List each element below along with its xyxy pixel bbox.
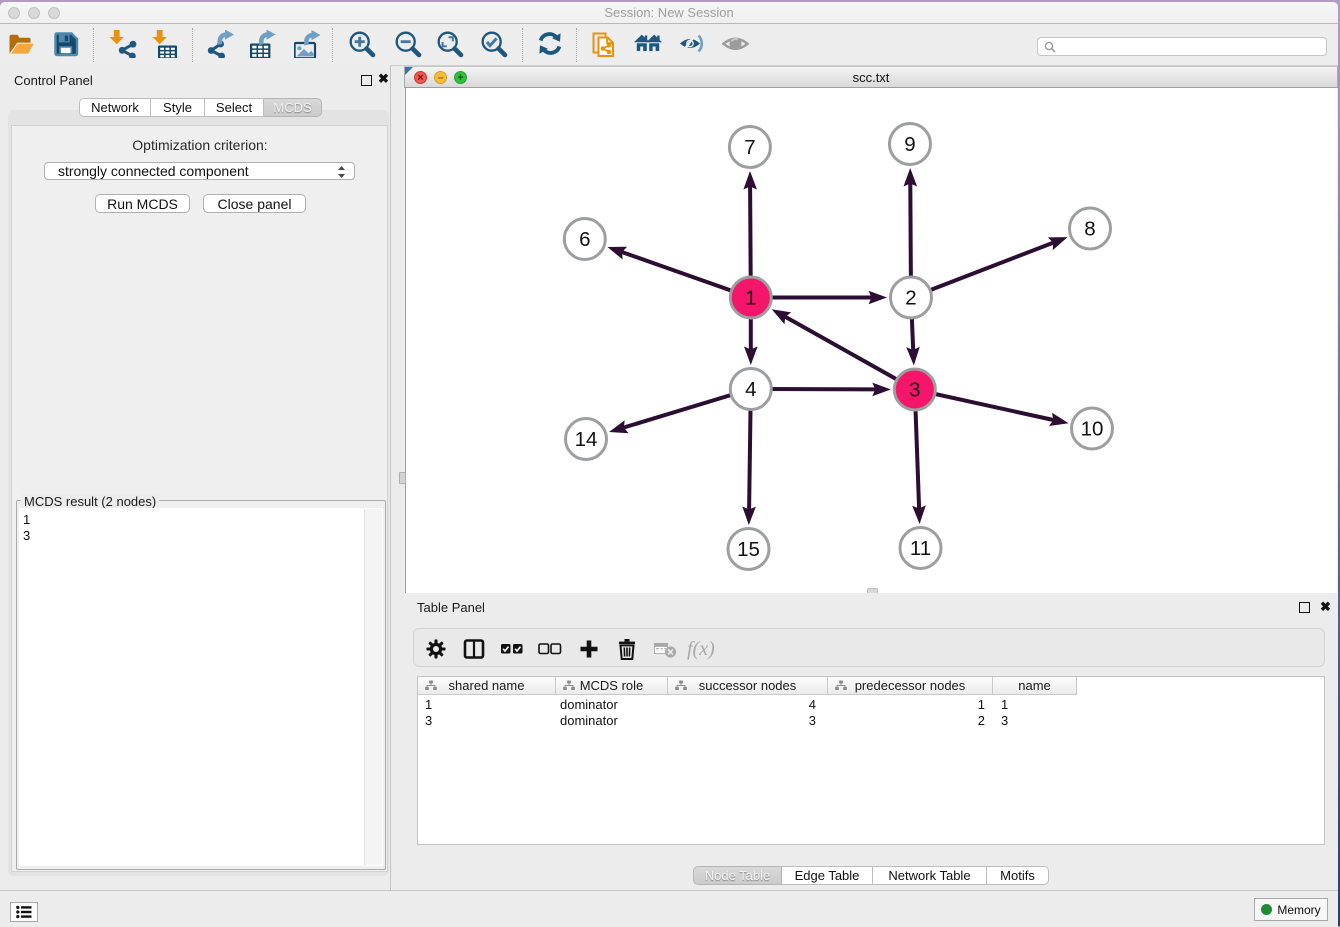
svg-text:10: 10 [1081,418,1104,441]
svg-text:3: 3 [909,379,920,402]
svg-text:11: 11 [910,537,931,560]
svg-text:7: 7 [744,136,755,159]
svg-text:14: 14 [575,428,598,451]
svg-text:8: 8 [1084,218,1095,241]
svg-text:f(x): f(x) [687,638,715,660]
svg-text:9: 9 [904,133,915,156]
svg-text:2: 2 [905,287,916,310]
svg-text:15: 15 [737,538,760,561]
svg-text:4: 4 [745,378,756,401]
svg-text:6: 6 [579,228,590,251]
svg-text:1: 1 [745,287,756,310]
